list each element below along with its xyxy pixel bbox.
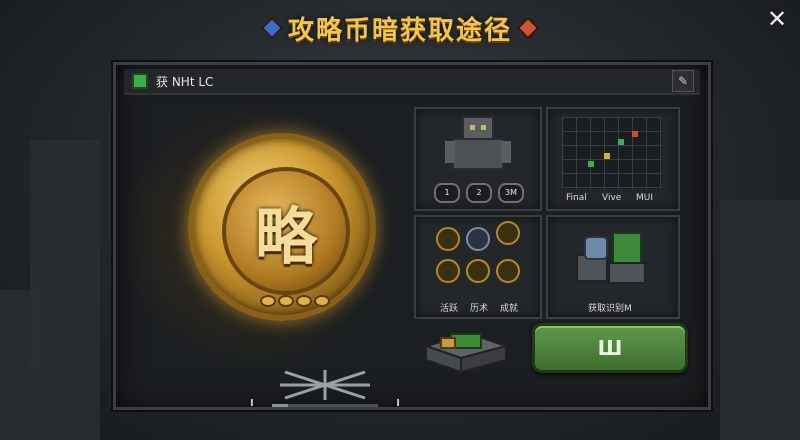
reward-label: 成就 <box>500 304 519 314</box>
weapon-slider[interactable]: I I <box>250 370 400 410</box>
ruin-tower-right <box>720 200 800 440</box>
confirm-button[interactable]: Ш <box>532 323 688 373</box>
level-badge-icon <box>436 259 460 283</box>
edit-button[interactable]: ✎ <box>672 70 694 92</box>
map-marker <box>604 153 610 159</box>
slider-fill <box>272 404 288 407</box>
materials-label: 获取识别M <box>588 304 632 314</box>
coin-glyph: 略 <box>254 200 317 273</box>
panel-header-label: 获 NHt LC <box>156 74 214 89</box>
panel-header: 获 NHt LC ✎ <box>124 69 700 95</box>
source-tile-boss[interactable]: 1 2 3M <box>414 107 542 211</box>
flask-icon <box>496 259 520 283</box>
coin-showcase: 略 I I <box>130 105 408 409</box>
map-marker <box>618 139 624 145</box>
crossed-blades-icon <box>280 370 370 400</box>
title-bar: 攻略币暗获取途径 <box>0 8 800 48</box>
ruin-wall-left <box>0 290 40 440</box>
crossed-swords-icon <box>496 221 520 245</box>
golem-icon <box>445 116 511 170</box>
map-marker <box>588 161 594 167</box>
coin-slots <box>260 295 330 307</box>
coin-icon: 略 <box>188 133 376 321</box>
ruin-tower-left <box>30 140 100 440</box>
reward-label: 历术 <box>470 304 489 314</box>
reward-badge-icon <box>436 227 460 251</box>
pencil-icon: ✎ <box>677 74 689 88</box>
coin-slot <box>260 295 276 307</box>
coin-face: 略 <box>222 167 350 295</box>
treasure-chest-icon[interactable] <box>421 326 511 374</box>
slider-min-label: I <box>250 398 254 409</box>
close-button[interactable]: ✕ <box>764 6 790 32</box>
slider-max-label: I <box>396 398 400 409</box>
map-label: MUI <box>636 193 654 203</box>
page-title: 攻略币暗获取途径 <box>287 15 512 46</box>
close-icon: ✕ <box>766 5 788 33</box>
confirm-button-label: Ш <box>597 336 623 360</box>
cube-icon <box>132 73 148 89</box>
potion-icon <box>466 259 490 283</box>
ore-icon <box>576 232 646 284</box>
source-tile-map[interactable]: Final Vive MUI <box>546 107 680 211</box>
slider-track[interactable] <box>272 404 378 407</box>
source-tile-rewards[interactable]: 活跃 历术 成就 <box>414 215 542 319</box>
coin-slot <box>314 295 330 307</box>
gem-icon <box>516 16 540 40</box>
shield-badge-icon <box>466 227 490 251</box>
map-label: Vive <box>602 193 622 203</box>
map-marker <box>632 131 638 137</box>
coin-slot <box>278 295 294 307</box>
gem-icon <box>260 16 284 40</box>
tier-badge: 3M <box>498 183 524 203</box>
tier-badge: 1 <box>434 183 460 203</box>
reward-label: 活跃 <box>440 304 459 314</box>
grid-map-icon <box>562 117 662 189</box>
coin-slot <box>296 295 312 307</box>
tier-badge: 2 <box>466 183 492 203</box>
map-label: Final <box>566 193 587 203</box>
source-tile-materials[interactable]: 获取识别M <box>546 215 680 319</box>
